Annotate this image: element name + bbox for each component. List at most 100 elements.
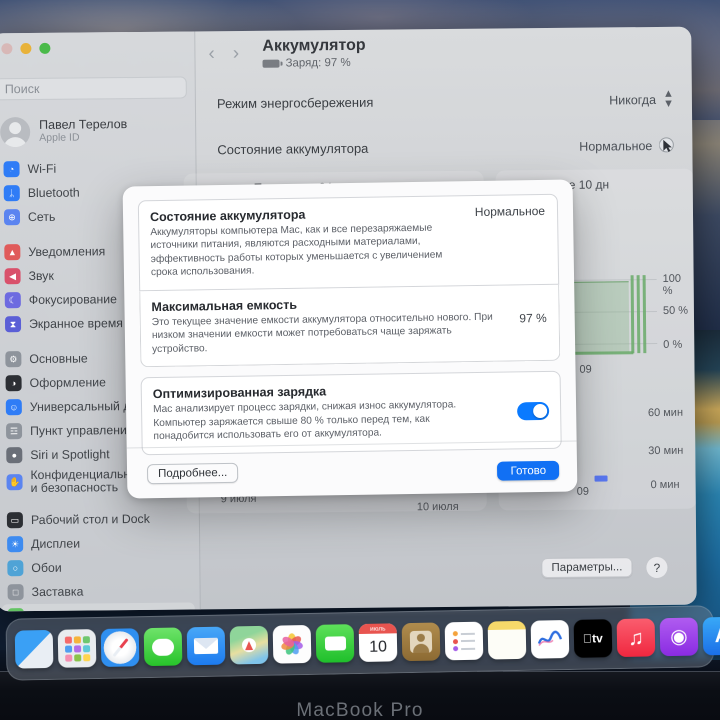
window-traffic-lights xyxy=(1,42,51,55)
dock-item-freeform[interactable] xyxy=(530,619,570,659)
battery-icon xyxy=(262,59,280,68)
x-tick-bottom: 09 xyxy=(576,485,589,498)
maximize-button[interactable] xyxy=(39,42,51,54)
usage-bar xyxy=(594,475,608,482)
y-label-60min: 60 мин xyxy=(647,406,684,420)
hourglass-icon: ⧗ xyxy=(4,316,22,333)
row-label: Состояние аккумулятора xyxy=(217,140,369,158)
done-button[interactable]: Готово xyxy=(497,460,560,481)
accessibility-icon: ☺ xyxy=(5,399,22,416)
wallpaper-icon: ○ xyxy=(7,560,24,577)
row-battery-health[interactable]: Состояние аккумулятора Нормальное xyxy=(217,137,674,158)
sidebar-item-label: Заставка xyxy=(31,584,84,600)
row-value[interactable]: Нормальное xyxy=(579,137,674,155)
sidebar-item-label: Сеть xyxy=(27,209,56,225)
section-max-capacity: Максимальная емкость Это текущее значени… xyxy=(139,284,561,368)
search-input[interactable]: Поиск xyxy=(0,76,187,101)
section-description: Это текущее значение емкости аккумулятор… xyxy=(151,311,493,355)
sidebar-item-label: Звук xyxy=(28,268,54,284)
screenshot-stage: MacBook Pro Поиск Павел Терелов Apple ID… xyxy=(0,0,720,720)
dock-item-notes[interactable] xyxy=(487,620,527,660)
row-value-text: Никогда xyxy=(609,92,657,108)
page-title: Аккумулятор xyxy=(262,36,366,55)
x-tick-top: 09 xyxy=(579,363,592,376)
battery-icon: ▬ xyxy=(7,608,24,612)
date-label-10: 10 июля xyxy=(416,500,459,514)
sidebar-item-рабочий[interactable]: ▭ Рабочий стол и Dock xyxy=(0,506,199,532)
dock-item-maps[interactable] xyxy=(229,625,269,665)
section-value: Нормальное xyxy=(474,203,546,220)
section-battery-health: Состояние аккумулятора Аккумуляторы комп… xyxy=(137,193,560,292)
sidebar-item-label: Siri и Spotlight xyxy=(30,447,110,463)
dock-item-launchpad[interactable] xyxy=(57,629,97,668)
section-title: Оптимизированная зарядка xyxy=(152,384,327,402)
help-button[interactable]: ? xyxy=(645,555,669,580)
account-name: Павел Терелов xyxy=(39,117,128,132)
dock-item-music[interactable]: ♫ xyxy=(616,618,656,658)
close-button[interactable] xyxy=(1,43,13,55)
sidebar-item-label: Bluetooth xyxy=(27,185,80,201)
dock-calendar-day: 10 xyxy=(369,638,388,656)
y-label-0min: 0 мин xyxy=(650,478,680,492)
gear-icon: ⚙ xyxy=(5,351,22,368)
section-description: Аккумуляторы компьютера Mac, как и все п… xyxy=(150,222,443,279)
sidebar-item-обои[interactable]: ○ Обои xyxy=(0,554,199,580)
macbook-pro-label: MacBook Pro xyxy=(296,700,424,720)
sidebar-item-заставка[interactable]: □ Заставка xyxy=(0,578,200,604)
network-globe-icon: ⊕ xyxy=(3,209,21,226)
control-center-icon: ☲ xyxy=(5,423,23,440)
appearance-icon: ◑ xyxy=(5,375,22,392)
chevron-left-icon[interactable]: ‹ xyxy=(208,43,215,65)
account-subtitle: Apple ID xyxy=(39,131,80,145)
charge-status: Заряд: 97 % xyxy=(262,56,351,70)
avatar xyxy=(0,117,31,148)
charge-label: Заряд: 97 % xyxy=(285,56,351,70)
dock-item-appstore[interactable]: A xyxy=(702,616,720,656)
dock-item-finder[interactable] xyxy=(14,629,54,669)
battery-health-sheet: Состояние аккумулятора Аккумуляторы комп… xyxy=(122,179,578,499)
desktop-dock-icon: ▭ xyxy=(6,512,23,529)
dock-item-photos[interactable] xyxy=(272,624,312,664)
section-description: Mac анализирует процесс зарядки, снижая … xyxy=(153,399,457,443)
minimize-button[interactable] xyxy=(20,42,32,55)
dock-item-safari[interactable] xyxy=(100,628,140,667)
options-button[interactable]: Параметры... xyxy=(541,557,633,579)
sidebar-item-дисплеи[interactable]: ☀ Дисплеи xyxy=(0,530,199,556)
sidebar-item-label: Пункт управления xyxy=(29,423,134,439)
sheet-body: Состояние аккумулятора Аккумуляторы комп… xyxy=(137,193,562,455)
row-low-power-mode[interactable]: Режим энергосбережения Никогда ▲ ▼ xyxy=(216,88,674,114)
hand-privacy-icon: ✋ xyxy=(6,474,23,491)
nav-arrows: ‹ › xyxy=(208,43,239,65)
sidebar-item-label: Рабочий стол и Dock xyxy=(30,511,150,528)
more-info-button[interactable]: Подробнее... xyxy=(146,462,239,485)
sidebar-item-label: Wi-Fi xyxy=(27,161,57,177)
dock-item-podcasts[interactable]: ◉ xyxy=(659,617,699,657)
wifi-icon: ◔ xyxy=(3,161,20,178)
row-label: Режим энергосбережения xyxy=(216,95,374,112)
optimized-charging-toggle[interactable] xyxy=(517,402,550,421)
dock-item-mail[interactable] xyxy=(186,626,226,666)
moon-icon: ☾ xyxy=(4,292,21,309)
sidebar-item-label: Обои xyxy=(31,560,62,576)
sidebar-item-label: Уведомления xyxy=(28,244,106,260)
sidebar-item-label: Дисплеи xyxy=(31,536,81,552)
row-value-text: Нормальное xyxy=(579,138,653,154)
dock-item-messages[interactable] xyxy=(143,627,183,667)
chevron-right-icon[interactable]: › xyxy=(233,43,240,65)
account-row[interactable]: Павел Терелов Apple ID xyxy=(0,110,186,154)
dock-item-contacts[interactable] xyxy=(401,622,441,662)
y-label-100: 100 % xyxy=(662,272,682,297)
dock-item-calendar[interactable]: июль 10 xyxy=(358,623,398,663)
chevron-updown-icon[interactable]: ▲ ▼ xyxy=(663,88,674,110)
search-placeholder: Поиск xyxy=(4,81,40,97)
y-label-0: 0 % xyxy=(663,338,683,351)
y-label-30min: 30 мин xyxy=(648,444,684,458)
row-value[interactable]: Никогда ▲ ▼ xyxy=(609,88,674,110)
sidebar-item-label: Основные xyxy=(29,351,88,367)
dock-item-reminders[interactable] xyxy=(444,621,484,661)
dock-item-facetime[interactable] xyxy=(315,624,355,663)
dock-item-appletv[interactable]: tv xyxy=(573,619,613,658)
sidebar-item-wi-fi[interactable]: ◔ Wi-Fi xyxy=(0,155,196,181)
sidebar-item-label: Фокусирование xyxy=(28,292,118,308)
y-label-50: 50 % xyxy=(662,304,689,317)
